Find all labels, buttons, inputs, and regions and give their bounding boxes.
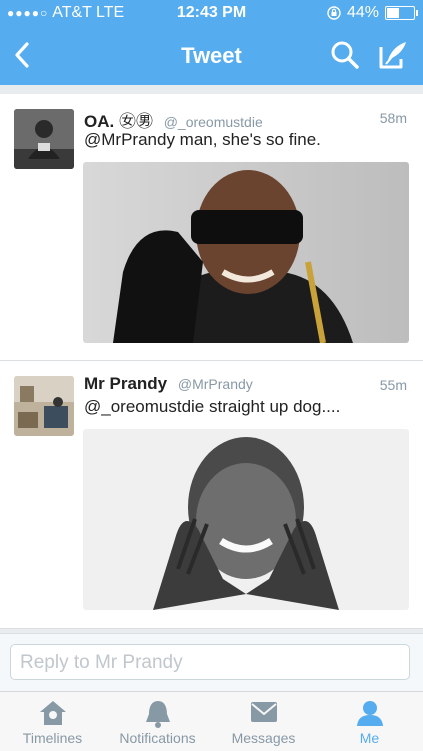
home-icon (39, 701, 66, 725)
bell-icon (145, 701, 170, 728)
app-header: ●●●●○ AT&T LTE 12:43 PM 44% Tweet (0, 0, 423, 85)
tweet-photo[interactable] (83, 162, 409, 343)
tweet-author[interactable]: Mr Prandy @MrPrandy (84, 374, 253, 394)
avatar-image (14, 109, 74, 169)
reply-bar: Reply to Mr Prandy (0, 633, 423, 692)
tab-messages[interactable]: Messages (211, 692, 316, 751)
tweet-text: @MrPrandy man, she's so fine. (84, 130, 321, 149)
tab-notifications[interactable]: Notifications (105, 692, 210, 751)
tab-me[interactable]: Me (317, 692, 422, 751)
author-handle: @_oreomustdie (163, 114, 263, 130)
battery-percent: 44% (346, 4, 379, 21)
search-icon[interactable] (330, 40, 360, 70)
tab-label: Notifications (119, 730, 196, 746)
photo-image (83, 162, 409, 343)
tweet-time: 58m (379, 110, 407, 126)
battery-icon (385, 6, 418, 20)
photo-image (83, 429, 409, 610)
nav-bar: Tweet (0, 26, 423, 85)
person-icon (356, 701, 383, 726)
rotation-lock-icon (327, 6, 341, 20)
tab-label: Messages (231, 730, 296, 746)
reply-input[interactable]: Reply to Mr Prandy (10, 644, 410, 680)
tab-timelines[interactable]: Timelines (0, 692, 105, 751)
avatar-image (14, 376, 74, 436)
tweet-card[interactable]: Mr Prandy @MrPrandy 55m @_oreomustdie st… (0, 361, 423, 629)
author-handle: @MrPrandy (177, 376, 253, 392)
compose-icon[interactable] (377, 39, 409, 71)
tab-bar: Timelines Notifications Messages Me (0, 691, 423, 751)
avatar[interactable] (14, 109, 74, 169)
tweet-card[interactable]: OA. ㊛㊚ @_oreomustdie 58m @MrPrandy man, … (0, 94, 423, 361)
tab-label: Me (359, 730, 380, 746)
tweet-text: @_oreomustdie straight up dog.... (84, 397, 341, 416)
author-name: Mr Prandy (84, 374, 168, 393)
avatar[interactable] (14, 376, 74, 436)
tab-label: Timelines (22, 730, 83, 746)
status-bar: ●●●●○ AT&T LTE 12:43 PM 44% (0, 0, 423, 26)
status-right: 44% (327, 4, 418, 22)
tweet-time: 55m (379, 377, 407, 393)
envelope-icon (250, 702, 277, 722)
battery-level (387, 8, 400, 18)
tweet-author[interactable]: OA. ㊛㊚ @_oreomustdie (84, 107, 263, 132)
author-emoji: ㊛㊚ (118, 112, 153, 131)
tweet-photo[interactable] (83, 429, 409, 610)
author-name: OA. (84, 112, 115, 131)
